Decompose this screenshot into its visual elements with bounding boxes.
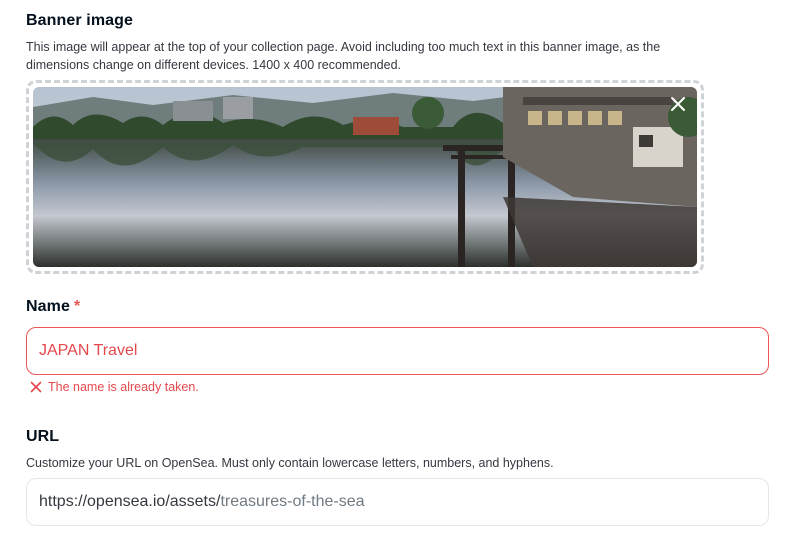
required-indicator: * xyxy=(73,298,81,315)
name-input-value: JAPAN Travel xyxy=(39,342,138,359)
banner-description-line2: dimensions change on different devices. … xyxy=(26,58,402,72)
banner-image-dropzone[interactable] xyxy=(26,80,704,274)
name-error-text: The name is already taken. xyxy=(48,380,199,394)
banner-image-preview xyxy=(33,87,697,267)
url-prefix: https://opensea.io/assets/ xyxy=(39,493,221,510)
url-input-value: treasures-of-the-sea xyxy=(220,493,365,510)
lake-landscape-image xyxy=(33,87,697,267)
name-error-message: The name is already taken. xyxy=(30,380,199,394)
remove-banner-button[interactable] xyxy=(667,93,689,115)
url-label: URL xyxy=(26,428,60,445)
url-description: Customize your URL on OpenSea. Must only… xyxy=(26,456,554,470)
name-label-text: Name xyxy=(26,298,70,315)
error-x-icon xyxy=(30,381,42,393)
name-input[interactable]: JAPAN Travel xyxy=(26,327,769,375)
name-label: Name * xyxy=(26,298,80,316)
close-icon xyxy=(671,97,685,111)
url-input[interactable]: https://opensea.io/assets/treasures-of-t… xyxy=(26,478,769,526)
banner-image-title: Banner image xyxy=(26,12,134,29)
banner-description-line1: This image will appear at the top of you… xyxy=(26,40,661,54)
banner-image-description: This image will appear at the top of you… xyxy=(26,38,716,74)
